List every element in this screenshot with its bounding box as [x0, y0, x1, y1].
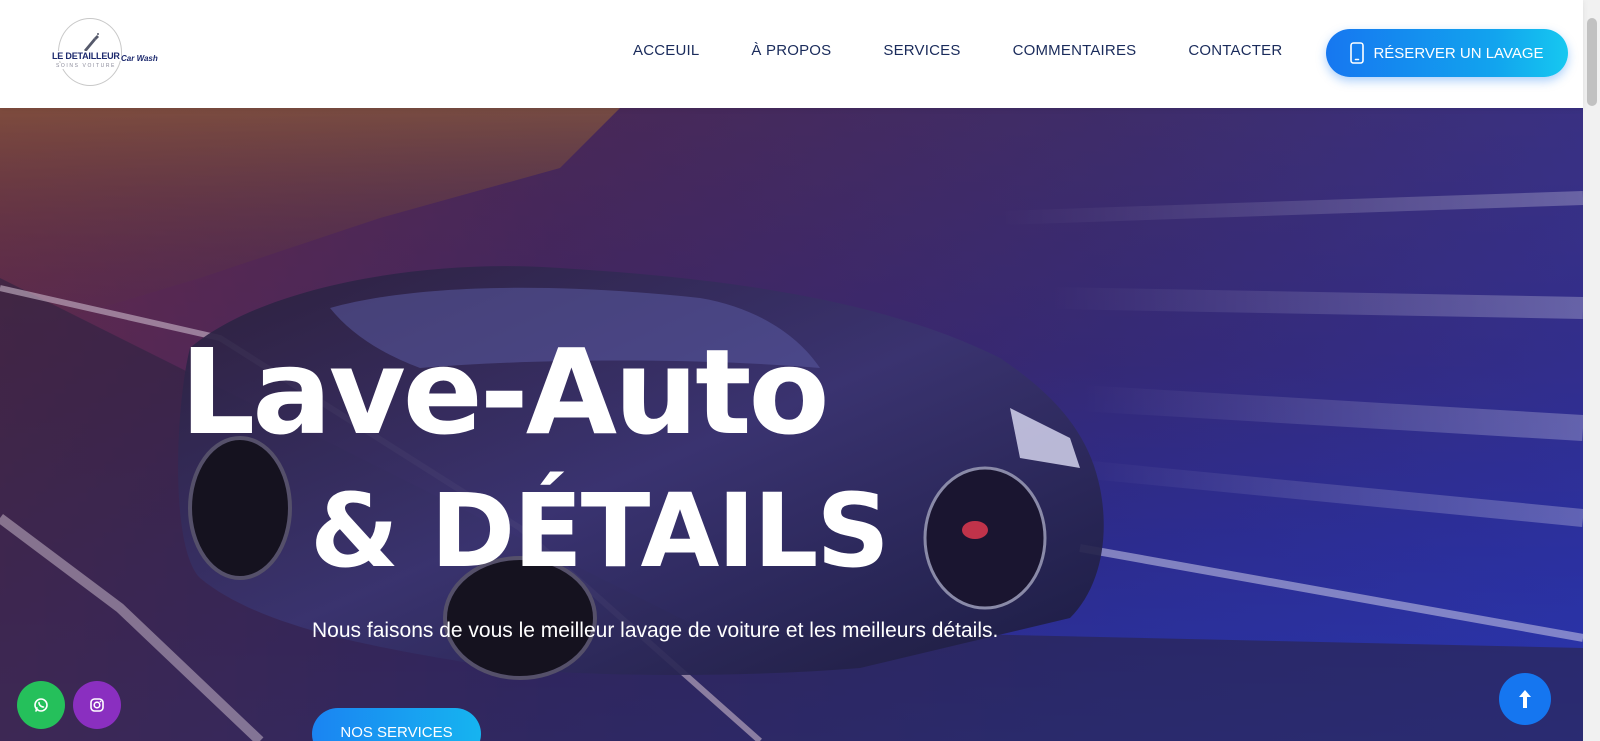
hero-title-line2: & DÉTAILS [310, 472, 890, 591]
hero-subtitle: Nous faisons de vous le meilleur lavage … [312, 619, 999, 642]
scroll-to-top-button[interactable] [1499, 673, 1551, 725]
logo-brand: LE DETAILLEUR [52, 51, 121, 61]
nav-item-a-propos[interactable]: À PROPOS [751, 42, 831, 59]
hero-section: Lave-Auto & DÉTAILS Nous faisons de vous… [0, 108, 1583, 741]
mobile-phone-icon [1350, 42, 1365, 64]
nav-item-acceuil[interactable]: ACCEUIL [633, 42, 699, 59]
nav-item-commentaires[interactable]: COMMENTAIRES [1013, 42, 1137, 59]
whatsapp-button[interactable] [17, 681, 65, 729]
book-wash-label: RÉSERVER UN LAVAGE [1373, 44, 1544, 62]
logo-brand-suffix: Car Wash [121, 54, 158, 63]
arrow-up-icon [1519, 690, 1531, 708]
page-scrollbar[interactable] [1583, 0, 1600, 741]
hero-title-line1: Lave-Auto [180, 323, 830, 461]
site-logo[interactable]: LE DETAILLEUR Car Wash SOINS VOITURE [52, 18, 162, 88]
main-nav: ACCEUIL À PROPOS SERVICES COMMENTAIRES C… [633, 42, 1282, 59]
instagram-button[interactable] [73, 681, 121, 729]
book-wash-button[interactable]: RÉSERVER UN LAVAGE [1326, 29, 1568, 77]
our-services-label: NOS SERVICES [340, 724, 453, 741]
site-header: LE DETAILLEUR Car Wash SOINS VOITURE ACC… [0, 0, 1583, 108]
our-services-button[interactable]: NOS SERVICES [312, 708, 481, 741]
instagram-icon [90, 698, 104, 712]
nav-item-services[interactable]: SERVICES [883, 42, 960, 59]
nav-item-contacter[interactable]: CONTACTER [1188, 42, 1282, 59]
whatsapp-icon [34, 698, 48, 712]
logo-tagline: SOINS VOITURE [56, 63, 116, 69]
scrollbar-thumb[interactable] [1587, 18, 1597, 106]
